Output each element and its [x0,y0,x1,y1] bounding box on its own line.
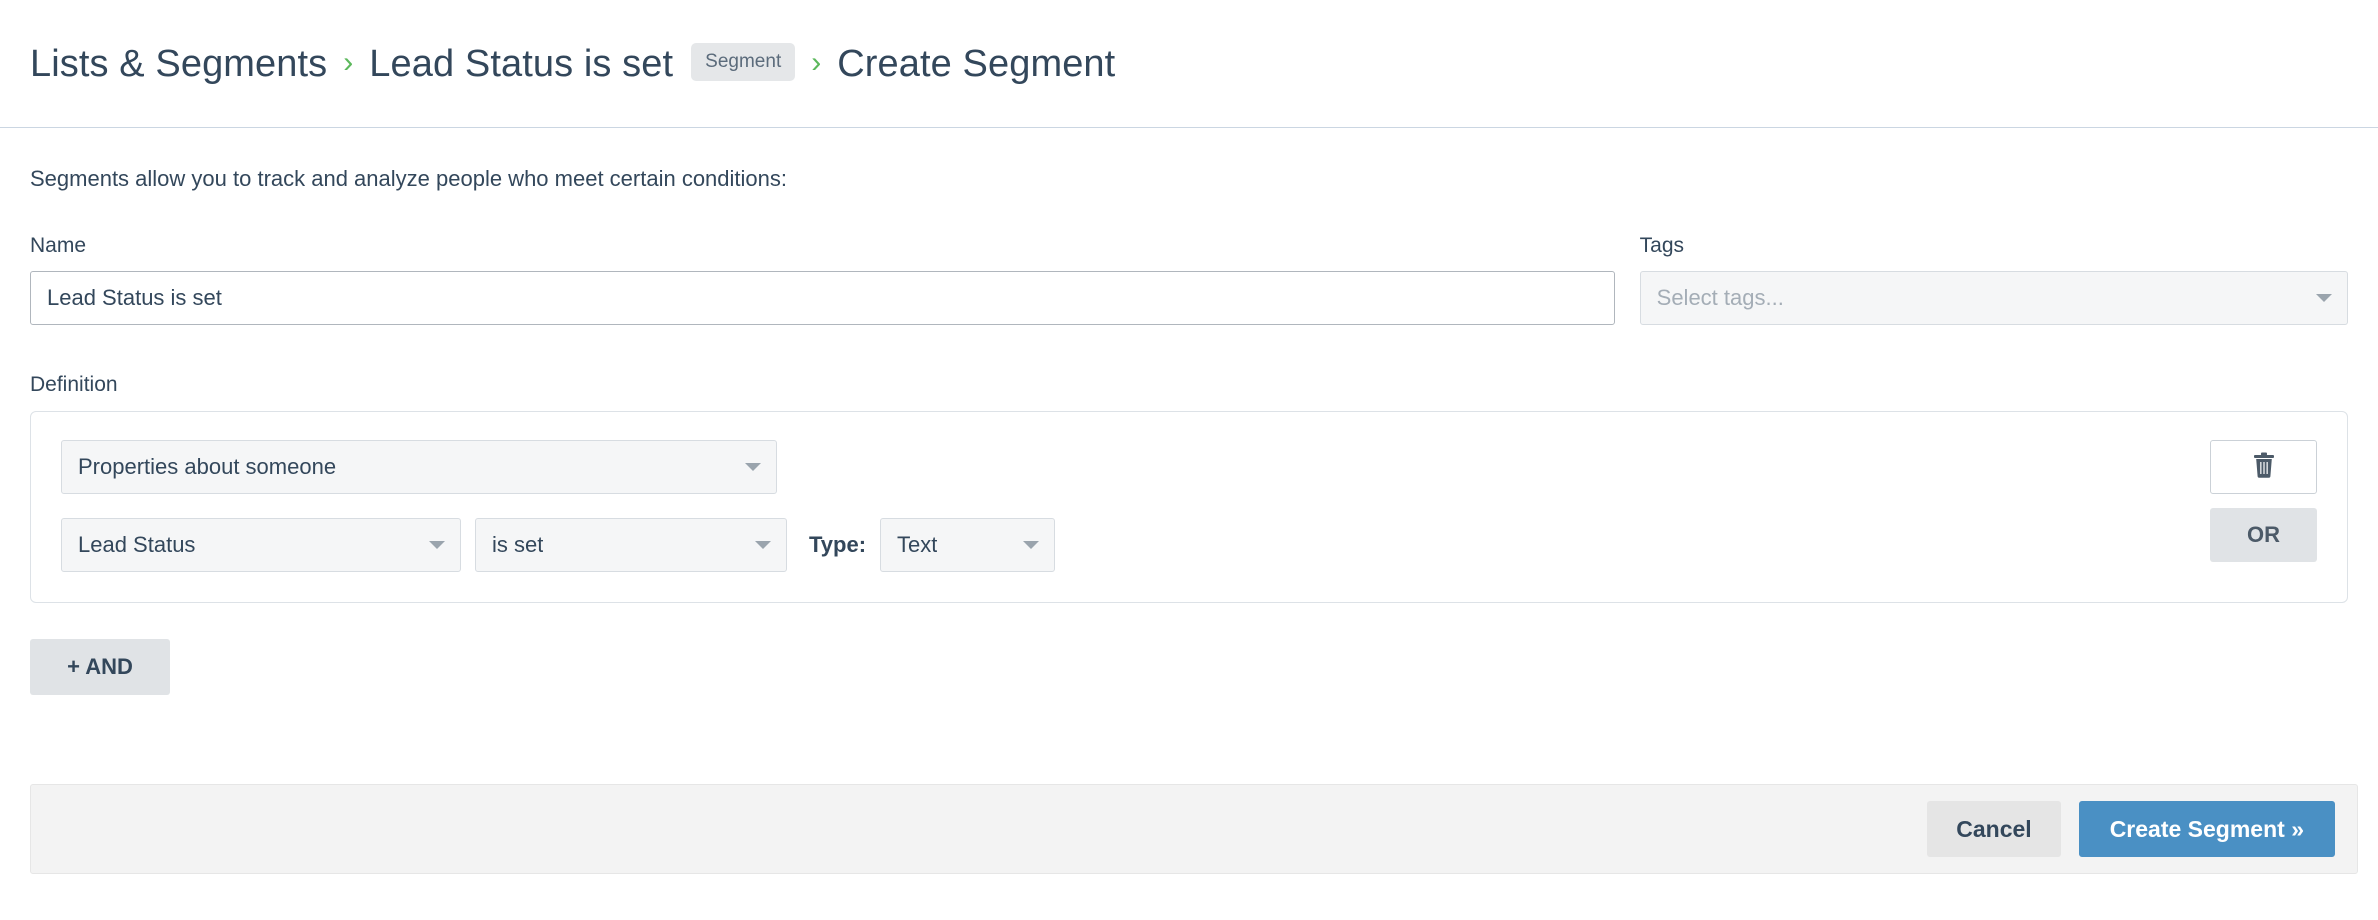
chevron-down-icon [745,463,761,471]
add-and-condition-button[interactable]: + AND [30,639,170,695]
chevron-down-icon [429,541,445,549]
create-segment-button[interactable]: Create Segment » [2079,801,2335,857]
definition-source-group: Properties about someone [61,440,777,494]
name-label: Name [30,234,1615,258]
breadcrumb-item-create-segment: Create Segment [837,45,1115,83]
condition-operator-select[interactable]: is set [475,518,787,572]
intro-text: Segments allow you to track and analyze … [30,166,2348,192]
condition-type-select[interactable]: Text [880,518,1055,572]
breadcrumb-item-lead-status-is-set[interactable]: Lead Status is set [369,45,673,83]
chevron-down-icon [1023,541,1039,549]
definition-panel: Properties about someone Lead Status is … [30,411,2348,603]
form-footer: Cancel Create Segment » [30,784,2358,874]
form-row-name-tags: Name Tags Select tags... [30,234,2348,325]
or-button[interactable]: OR [2210,508,2317,562]
status-badge-segment: Segment [691,43,795,81]
definition-source-select[interactable]: Properties about someone [61,440,777,494]
cancel-button[interactable]: Cancel [1927,801,2060,857]
tags-select[interactable]: Select tags... [1640,271,2348,325]
condition-type-label: Type: [809,532,866,558]
breadcrumb-separator-icon: › [327,48,369,78]
chevron-down-icon [2316,294,2332,302]
chevron-down-icon [755,541,771,549]
condition-row: Lead Status is set Type: Text [61,518,2317,572]
definition-source-value: Properties about someone [78,454,336,480]
name-input[interactable] [30,271,1615,325]
condition-property-select[interactable]: Lead Status [61,518,461,572]
delete-condition-button[interactable] [2210,440,2317,494]
condition-property-value: Lead Status [78,532,195,558]
definition-label: Definition [30,373,2348,397]
condition-operator-value: is set [492,532,543,558]
page-header: Lists & Segments › Lead Status is set Se… [0,0,2378,128]
breadcrumb-item-lists-segments[interactable]: Lists & Segments [30,45,327,83]
condition-type-value: Text [897,532,937,558]
definition-actions: OR [2210,440,2317,562]
tags-select-placeholder: Select tags... [1657,285,1784,311]
name-field-group: Name [30,234,1615,325]
breadcrumb-separator-icon-2: › [795,48,837,78]
breadcrumb: Lists & Segments › Lead Status is set Se… [30,45,1115,83]
main-content: Segments allow you to track and analyze … [0,166,2378,695]
tags-label: Tags [1640,234,2348,258]
tags-field-group: Tags Select tags... [1640,234,2348,325]
trash-icon [2253,452,2275,483]
